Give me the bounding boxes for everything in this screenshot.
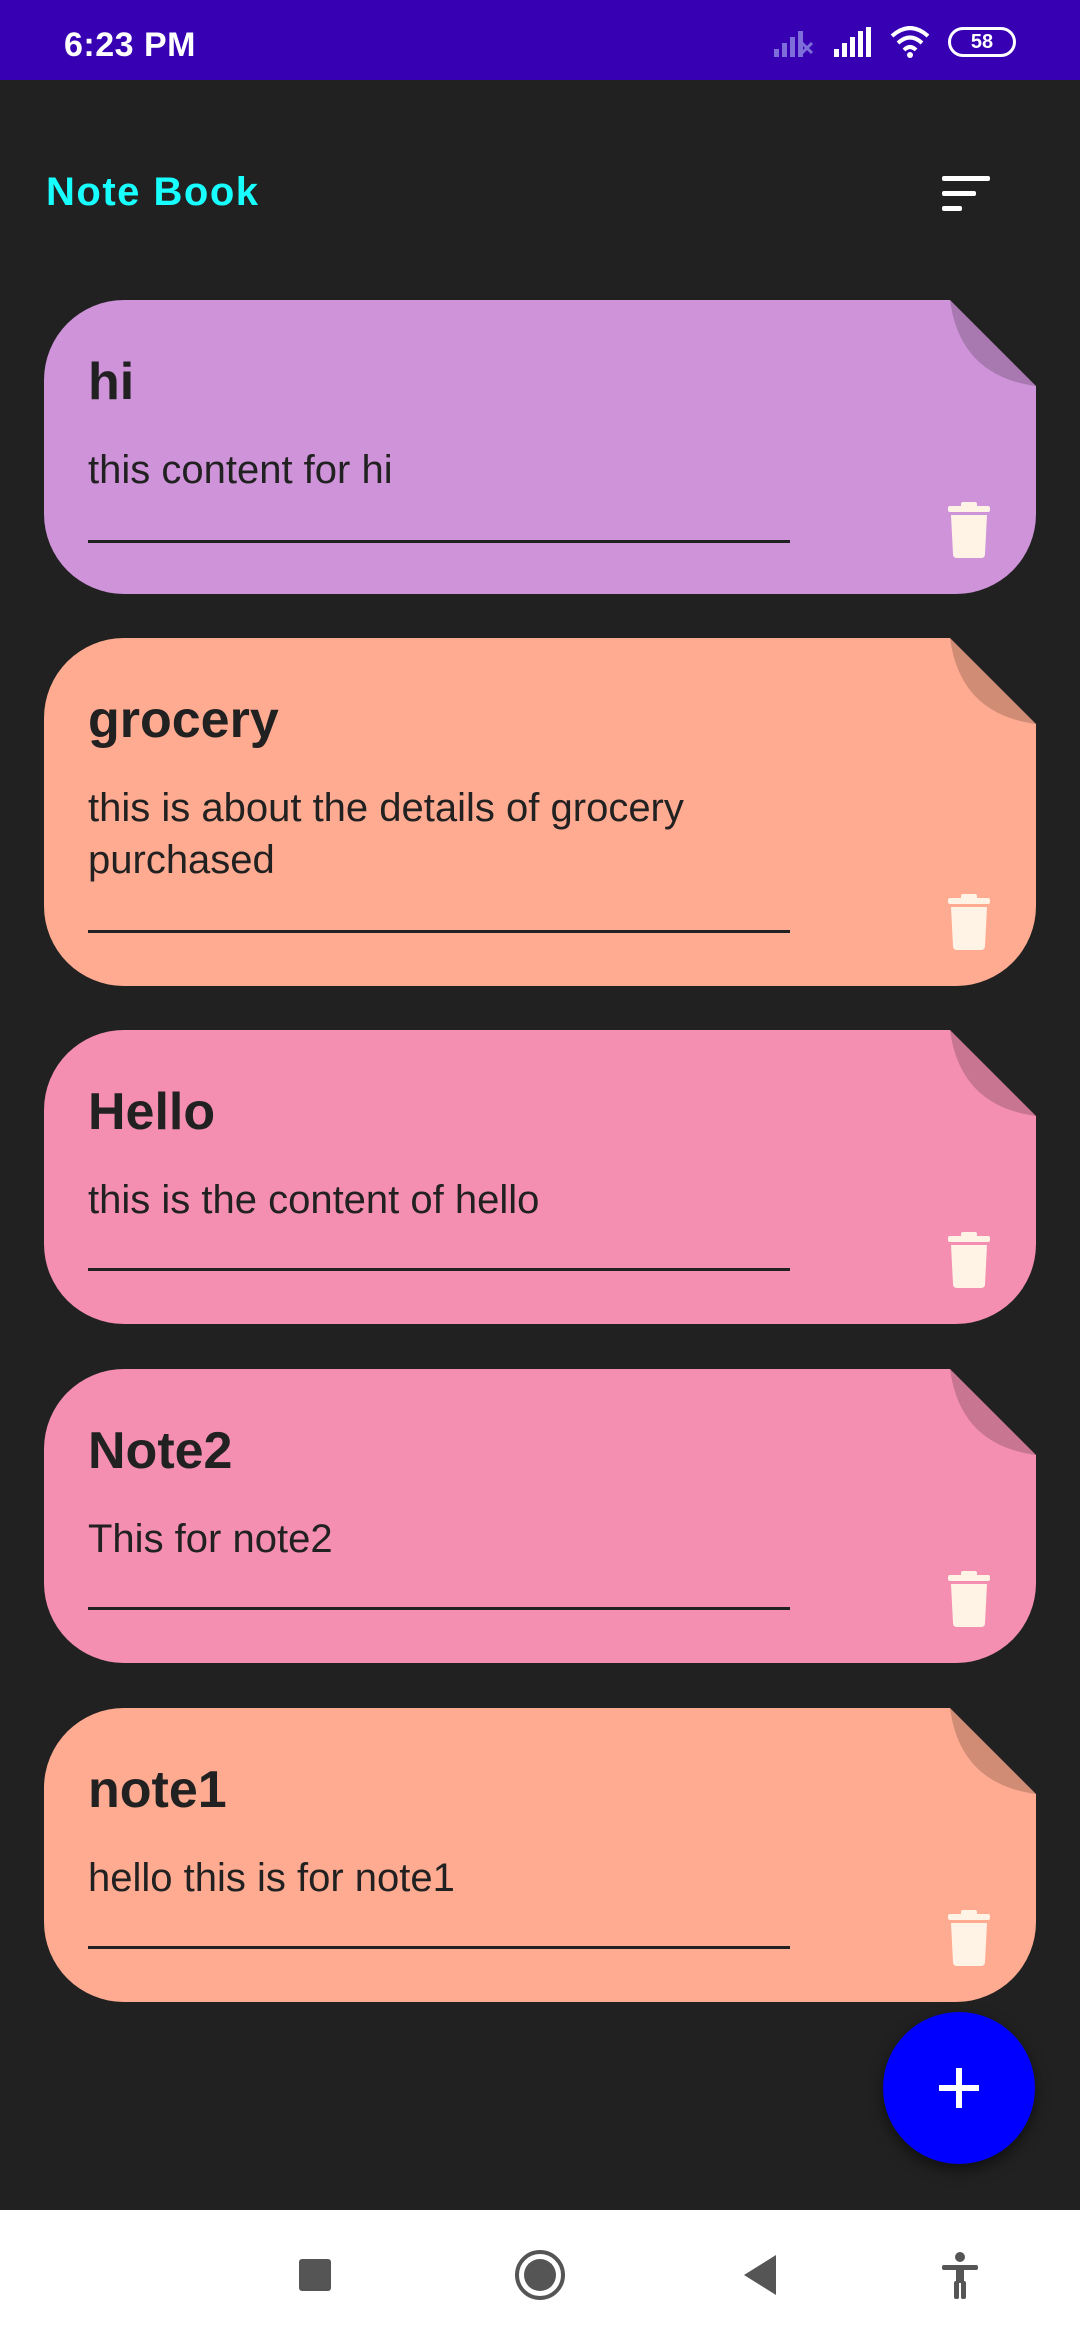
status-icons: 58 [772, 22, 1016, 62]
status-time: 6:23 PM [64, 26, 196, 64]
signal-icon [834, 27, 871, 57]
note-title: grocery [88, 691, 279, 749]
card-fold [950, 300, 1036, 386]
card-fold [950, 1708, 1036, 1794]
note-card[interactable]: Note2 This for note2 [44, 1369, 1036, 1663]
note-content: This for note2 [88, 1517, 333, 1561]
back-icon [744, 2255, 776, 2295]
home-button[interactable] [510, 2245, 570, 2305]
note-card[interactable]: note1 hello this is for note1 [44, 1708, 1036, 2002]
delete-button[interactable] [946, 1910, 992, 1966]
note-divider [88, 1268, 790, 1271]
note-divider [88, 540, 790, 543]
plus-icon [939, 2068, 979, 2108]
sort-button[interactable] [936, 166, 996, 222]
add-note-button[interactable] [883, 2012, 1035, 2164]
note-title: Hello [88, 1083, 216, 1141]
trash-icon [948, 1910, 990, 1966]
delete-button[interactable] [946, 502, 992, 558]
recent-apps-icon [299, 2259, 331, 2291]
trash-icon [948, 1232, 990, 1288]
delete-button[interactable] [946, 1232, 992, 1288]
wifi-icon [890, 26, 930, 58]
battery-level: 58 [970, 30, 994, 53]
accessibility-icon [942, 2252, 978, 2299]
battery-icon: 58 [948, 27, 1016, 57]
status-bar: 6:23 PM 58 [0, 0, 1080, 80]
note-card[interactable]: Hello this is the content of hello [44, 1030, 1036, 1324]
card-fold [950, 638, 1036, 724]
note-content: this is the content of hello [88, 1178, 540, 1222]
app-title: Note Book [46, 170, 260, 214]
delete-button[interactable] [946, 894, 992, 950]
note-card[interactable]: hi this content for hi [44, 300, 1036, 594]
card-fold [950, 1030, 1036, 1116]
back-button[interactable] [730, 2245, 790, 2305]
trash-icon [948, 1571, 990, 1627]
note-content: this content for hi [88, 448, 393, 492]
note-divider [88, 1607, 790, 1610]
note-title: note1 [88, 1761, 227, 1819]
accessibility-button[interactable] [930, 2245, 990, 2305]
note-content: this is about the details of grocery pur… [88, 786, 684, 882]
delete-button[interactable] [946, 1571, 992, 1627]
note-content: hello this is for note1 [88, 1856, 455, 1900]
note-title: hi [88, 353, 135, 411]
trash-icon [948, 894, 990, 950]
note-title: Note2 [88, 1422, 233, 1480]
note-divider [88, 1946, 790, 1949]
note-card[interactable]: grocery this is about the details of gro… [44, 638, 1036, 986]
home-icon [515, 2250, 565, 2300]
note-divider [88, 930, 790, 933]
recent-apps-button[interactable] [285, 2245, 345, 2305]
system-nav-bar [0, 2210, 1080, 2340]
signal-off-icon [774, 31, 814, 57]
app-bar: Note Book [0, 80, 1080, 300]
trash-icon [948, 502, 990, 558]
card-fold [950, 1369, 1036, 1455]
sort-icon [942, 176, 990, 211]
